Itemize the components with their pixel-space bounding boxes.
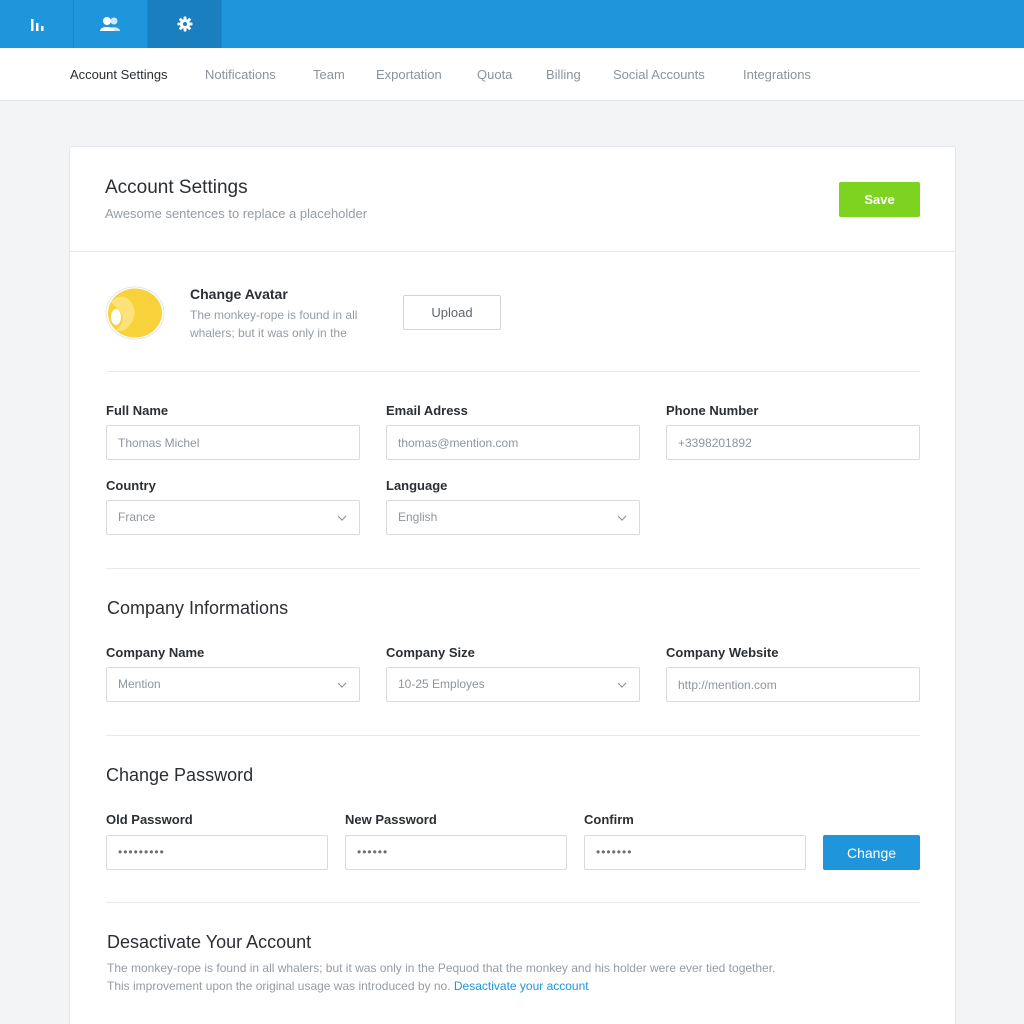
password-section-title: Change Password: [106, 765, 254, 785]
chevron-down-icon: [337, 682, 347, 688]
new-password-label: New Password: [345, 812, 437, 827]
deactivate-text-line2: This improvement upon the original usage…: [107, 979, 451, 993]
deactivate-account-link[interactable]: Desactivate your account: [454, 979, 589, 993]
divider: [106, 902, 920, 903]
divider: [106, 568, 920, 569]
language-label: Language: [386, 478, 448, 493]
company-size-select[interactable]: 10-25 Employes: [386, 667, 640, 702]
analytics-nav-button[interactable]: [0, 0, 74, 48]
full-name-field[interactable]: [106, 425, 360, 460]
tab-account-settings[interactable]: Account Settings: [70, 48, 168, 101]
deactivate-description: The monkey-rope is found in all whalers;…: [107, 959, 887, 995]
country-label: Country: [106, 478, 156, 493]
change-avatar-title: Change Avatar: [190, 286, 288, 302]
email-field[interactable]: [386, 425, 640, 460]
tab-billing[interactable]: Billing: [546, 48, 581, 101]
tab-team[interactable]: Team: [313, 48, 345, 101]
country-value: France: [118, 510, 156, 524]
page-subtitle: Awesome sentences to replace a placehold…: [105, 206, 368, 221]
users-icon: [99, 17, 120, 31]
new-password-field[interactable]: ••••••: [345, 835, 567, 870]
deactivate-section-title: Desactivate Your Account: [107, 932, 312, 952]
account-settings-card: Account Settings Awesome sentences to re…: [69, 146, 956, 1024]
change-avatar-description: The monkey-rope is found in all whalers;…: [190, 308, 358, 340]
avatar[interactable]: [105, 286, 165, 340]
divider: [106, 371, 920, 372]
settings-nav-button[interactable]: [148, 0, 222, 48]
company-website-field[interactable]: [666, 667, 920, 702]
divider: [106, 735, 920, 736]
company-section-title: Company Informations: [107, 598, 289, 618]
old-password-label: Old Password: [106, 812, 193, 827]
company-website-label: Company Website: [666, 645, 779, 660]
team-nav-button[interactable]: [74, 0, 148, 48]
email-label: Email Adress: [386, 403, 468, 418]
country-select[interactable]: France: [106, 500, 360, 535]
change-password-button[interactable]: Change: [823, 835, 920, 870]
tab-quota[interactable]: Quota: [477, 48, 512, 101]
company-name-value: Mention: [118, 677, 161, 691]
chevron-down-icon: [617, 515, 627, 521]
language-select[interactable]: English: [386, 500, 640, 535]
upload-button[interactable]: Upload: [403, 295, 501, 330]
company-size-label: Company Size: [386, 645, 475, 660]
full-name-label: Full Name: [106, 403, 169, 418]
language-value: English: [398, 510, 438, 524]
chevron-down-icon: [617, 682, 627, 688]
deactivate-text-line1: The monkey-rope is found in all whalers;…: [107, 961, 776, 975]
tab-notifications[interactable]: Notifications: [205, 48, 276, 101]
settings-tabs: Account Settings Notifications Team Expo…: [0, 48, 1024, 101]
gear-icon: [177, 16, 192, 32]
tab-social-accounts[interactable]: Social Accounts: [613, 48, 705, 101]
old-password-field[interactable]: •••••••••: [106, 835, 328, 870]
top-bar: [0, 0, 1024, 48]
chevron-down-icon: [337, 515, 347, 521]
company-size-value: 10-25 Employes: [398, 677, 485, 691]
bar-chart-icon: [30, 19, 43, 31]
tab-exportation[interactable]: Exportation: [376, 48, 442, 101]
company-name-label: Company Name: [106, 645, 205, 660]
phone-label: Phone Number: [666, 403, 759, 418]
card-header: Account Settings Awesome sentences to re…: [70, 147, 955, 252]
confirm-password-field[interactable]: •••••••: [584, 835, 806, 870]
save-button[interactable]: Save: [839, 182, 920, 217]
company-name-select[interactable]: Mention: [106, 667, 360, 702]
page-title: Account Settings: [105, 177, 248, 198]
confirm-password-label: Confirm: [584, 812, 634, 827]
phone-field[interactable]: [666, 425, 920, 460]
tab-integrations[interactable]: Integrations: [743, 48, 811, 101]
